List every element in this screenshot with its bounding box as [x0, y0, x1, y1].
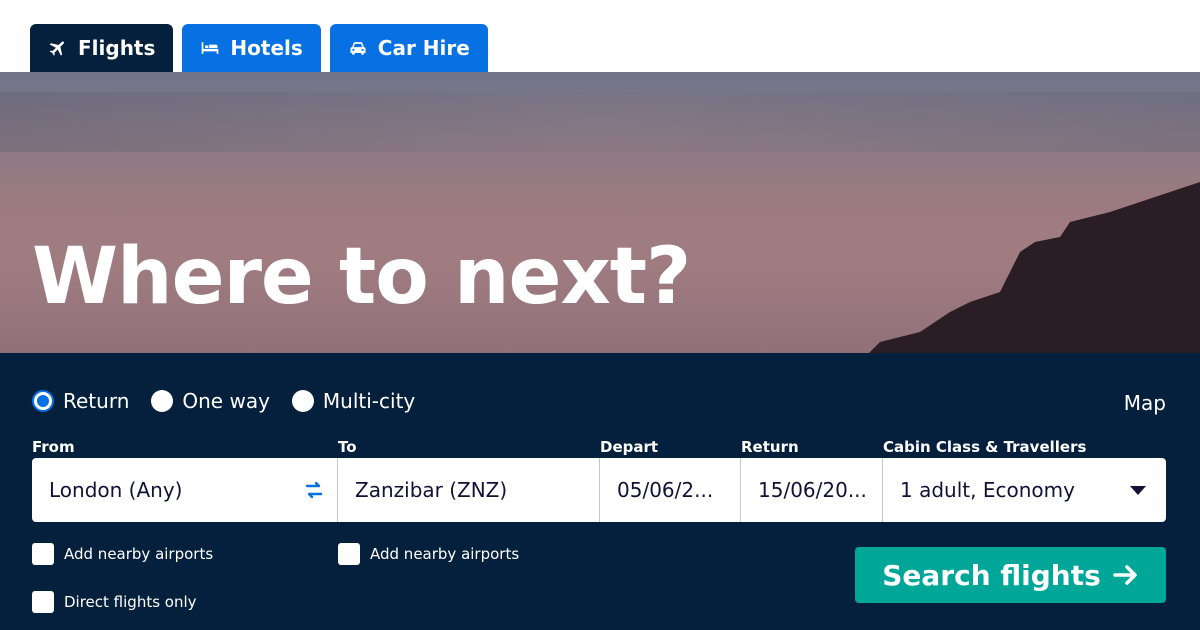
- plane-icon: [49, 41, 64, 56]
- tab-label: Flights: [78, 36, 156, 60]
- to-field[interactable]: Zanzibar (ZNZ): [338, 458, 600, 522]
- nearby-airports-from-checkbox[interactable]: Add nearby airports: [32, 543, 213, 565]
- checkbox-label: Add nearby airports: [370, 545, 520, 563]
- trip-type-one-way[interactable]: One way: [151, 389, 270, 413]
- depart-field[interactable]: 05/06/2...: [600, 458, 741, 522]
- field-labels: From To Depart Return Cabin Class & Trav…: [0, 438, 1200, 458]
- swap-icon[interactable]: [303, 480, 325, 500]
- search-button-label: Search flights: [882, 558, 1101, 592]
- checkbox-label: Add nearby airports: [64, 545, 214, 563]
- radio-label: Multi-city: [322, 389, 416, 413]
- hero-headline: Where to next?: [32, 232, 691, 322]
- map-link[interactable]: Map: [1124, 391, 1166, 415]
- rock-silhouette: [860, 182, 1200, 362]
- to-label: To: [338, 438, 357, 456]
- trip-type-return[interactable]: Return: [32, 389, 129, 413]
- tab-hotels[interactable]: Hotels: [182, 24, 321, 72]
- direct-flights-checkbox[interactable]: Direct flights only: [32, 591, 197, 613]
- depart-label: Depart: [600, 438, 659, 456]
- checkbox[interactable]: [32, 543, 54, 565]
- tab-label: Car Hire: [377, 36, 470, 60]
- radio-button[interactable]: [151, 390, 174, 412]
- from-value: London (Any): [49, 478, 183, 502]
- cabin-value: 1 adult, Economy: [900, 478, 1075, 502]
- return-field[interactable]: 15/06/20...: [741, 458, 883, 522]
- tab-car-hire[interactable]: Car Hire: [329, 24, 488, 72]
- search-panel: Return One way Multi-city Map From To De…: [0, 353, 1200, 630]
- return-label: Return: [741, 438, 799, 456]
- chevron-down-icon: [1130, 486, 1146, 495]
- return-value: 15/06/20...: [758, 478, 867, 502]
- checkbox-label: Direct flights only: [64, 593, 197, 611]
- cabin-travellers-field[interactable]: 1 adult, Economy: [883, 458, 1166, 522]
- to-value: Zanzibar (ZNZ): [355, 478, 508, 502]
- arrow-right-icon: [1113, 565, 1137, 585]
- car-icon: [350, 42, 366, 55]
- radio-button[interactable]: [291, 390, 314, 412]
- radio-label: One way: [182, 389, 270, 413]
- cabin-label: Cabin Class & Travellers: [883, 438, 1087, 456]
- radio-label: Return: [63, 389, 130, 413]
- depart-value: 05/06/2...: [617, 478, 714, 502]
- radio-button[interactable]: [32, 390, 54, 412]
- search-fields: London (Any) Zanzibar (ZNZ) 05/06/2... 1…: [32, 458, 1166, 522]
- from-field[interactable]: London (Any): [32, 458, 338, 522]
- checkbox[interactable]: [32, 591, 54, 613]
- checkbox[interactable]: [338, 543, 360, 565]
- tab-label: Hotels: [230, 36, 303, 60]
- tab-flights[interactable]: Flights: [30, 24, 174, 72]
- trip-type-multi-city[interactable]: Multi-city: [291, 389, 416, 413]
- bed-icon: [202, 42, 219, 54]
- search-tabs: Flights Hotels Car Hire: [30, 24, 488, 72]
- from-label: From: [32, 438, 75, 456]
- trip-type-group: Return One way Multi-city: [32, 389, 415, 413]
- nearby-airports-to-checkbox[interactable]: Add nearby airports: [338, 543, 519, 565]
- search-flights-button[interactable]: Search flights: [855, 547, 1166, 603]
